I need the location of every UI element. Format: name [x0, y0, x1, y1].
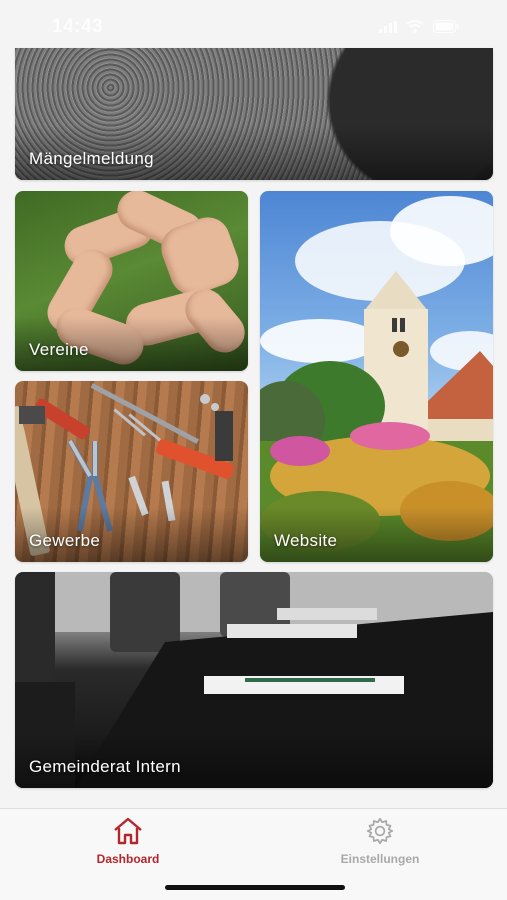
tile-label-maengelmeldung: Mängelmeldung: [29, 149, 154, 168]
signal-icon: [379, 20, 397, 33]
status-bar: 14:43: [0, 0, 507, 52]
tab-dashboard[interactable]: Dashboard: [63, 817, 193, 866]
home-indicator: [165, 885, 345, 890]
tab-einstellungen[interactable]: Einstellungen: [315, 817, 445, 866]
tile-label-gemeinderat-intern: Gemeinderat Intern: [29, 757, 181, 776]
wifi-icon: [406, 20, 424, 33]
status-time: 14:43: [52, 16, 104, 37]
tile-gemeinderat-intern[interactable]: Gemeinderat Intern: [15, 572, 493, 788]
home-icon: [114, 817, 142, 845]
tile-gewerbe[interactable]: Gewerbe: [15, 381, 248, 562]
tile-label-website: Website: [274, 531, 338, 550]
tile-label-gewerbe: Gewerbe: [29, 531, 101, 550]
tile-vereine[interactable]: Vereine: [15, 191, 248, 371]
tile-label-vereine: Vereine: [29, 340, 89, 359]
tile-website[interactable]: Website: [260, 191, 493, 562]
tab-label-einstellungen: Einstellungen: [340, 852, 420, 866]
gear-icon: [366, 817, 394, 845]
status-icons: [379, 20, 459, 33]
tile-maengelmeldung[interactable]: Mängelmeldung: [15, 48, 493, 180]
tab-label-dashboard: Dashboard: [96, 852, 160, 866]
battery-icon: [433, 20, 459, 33]
